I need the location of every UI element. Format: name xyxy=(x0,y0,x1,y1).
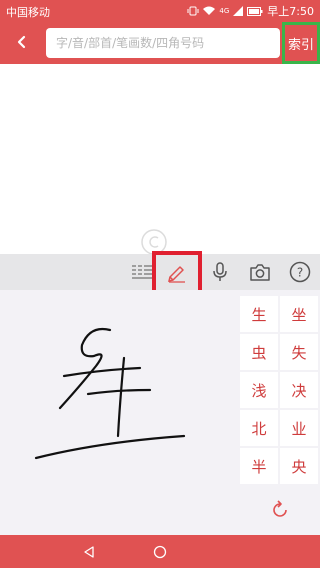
candidate-char[interactable]: 失 xyxy=(280,334,318,370)
microphone-icon[interactable] xyxy=(206,258,234,286)
signal-label: 4G xyxy=(219,7,230,15)
candidate-char[interactable]: 虫 xyxy=(240,334,278,370)
candidate-char[interactable]: 生 xyxy=(240,296,278,332)
pencil-icon xyxy=(166,261,188,287)
back-button[interactable] xyxy=(10,31,34,55)
status-icons: 4G 早上7:50 xyxy=(187,3,314,19)
handwritten-strokes xyxy=(34,327,186,460)
chevron-left-icon xyxy=(15,34,29,53)
battery-icon xyxy=(247,6,263,16)
status-bar: 中国移动 4G 早上7:50 xyxy=(0,0,320,22)
search-box xyxy=(46,28,280,58)
candidate-char[interactable]: 业 xyxy=(280,410,318,446)
candidate-char[interactable]: 坐 xyxy=(280,296,318,332)
signal-icon xyxy=(233,6,244,16)
input-toolbar: ? xyxy=(0,251,320,296)
help-label: ? xyxy=(297,266,303,280)
candidate-char[interactable]: 央 xyxy=(280,448,318,484)
candidate-char[interactable]: 决 xyxy=(280,372,318,408)
candidate-char[interactable]: 北 xyxy=(240,410,278,446)
index-button[interactable]: 索引 xyxy=(282,22,320,64)
vibrate-icon xyxy=(187,6,199,16)
wifi-icon xyxy=(203,6,216,16)
candidate-list: 生 坐 虫 失 浅 决 北 业 半 央 xyxy=(240,296,320,484)
camera-icon[interactable] xyxy=(246,258,274,286)
clock: 早上7:50 xyxy=(267,5,314,18)
help-icon[interactable]: ? xyxy=(286,258,314,286)
handwriting-panel: 生 坐 虫 失 浅 决 北 业 半 央 xyxy=(0,290,320,535)
handwriting-canvas[interactable] xyxy=(0,290,238,535)
header: 索引 xyxy=(0,22,320,64)
nav-back-icon[interactable] xyxy=(80,543,98,561)
candidate-char[interactable]: 半 xyxy=(240,448,278,484)
refresh-icon xyxy=(269,499,291,525)
carrier-name: 中国移动 xyxy=(6,6,50,19)
system-nav-bar xyxy=(0,535,320,568)
results-area xyxy=(0,64,320,255)
candidate-char[interactable]: 浅 xyxy=(240,372,278,408)
clear-canvas-button[interactable] xyxy=(262,494,298,530)
search-input[interactable] xyxy=(56,36,280,50)
nav-home-icon[interactable] xyxy=(151,543,169,561)
